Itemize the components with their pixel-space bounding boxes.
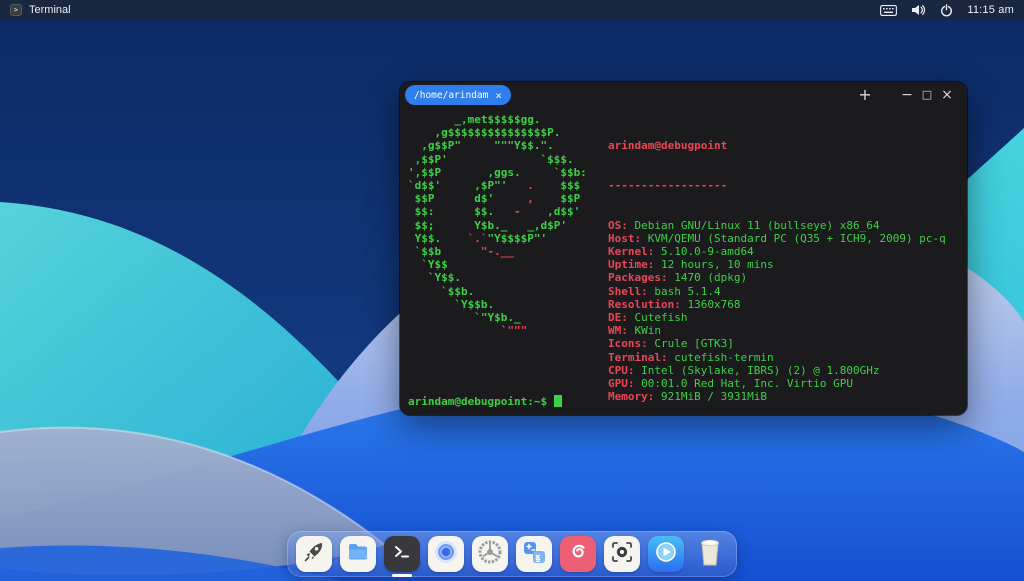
video-player-icon bbox=[652, 538, 680, 571]
terminal-icon bbox=[389, 539, 415, 570]
rocket-icon bbox=[301, 539, 327, 570]
folder-icon bbox=[345, 539, 371, 570]
dock-item-video-player[interactable] bbox=[648, 536, 684, 572]
info-row: Uptime: 12 hours, 10 mins bbox=[608, 258, 946, 271]
dock-item-settings[interactable] bbox=[472, 536, 508, 572]
info-row: Host: KVM/QEMU (Standard PC (Q35 + ICH9,… bbox=[608, 232, 946, 245]
volume-icon[interactable] bbox=[911, 4, 926, 16]
neofetch-info: arindam@debugpoint ------------------ OS… bbox=[608, 113, 946, 415]
keyboard-icon[interactable] bbox=[880, 5, 897, 16]
info-row: Packages: 1470 (dpkg) bbox=[608, 271, 946, 284]
neofetch-separator: ------------------ bbox=[608, 179, 727, 192]
info-row: Shell: bash 5.1.4 bbox=[608, 285, 946, 298]
browser-icon bbox=[432, 538, 460, 571]
dock-item-files[interactable] bbox=[340, 536, 376, 572]
info-row: Memory: 921MiB / 3931MiB bbox=[608, 390, 946, 403]
settings-icon bbox=[476, 538, 504, 571]
terminal-window: /home/arindam × + − □ × _,met$$$$$gg. ,g… bbox=[400, 82, 967, 415]
tab-close-icon[interactable]: × bbox=[495, 90, 502, 101]
close-button[interactable]: × bbox=[937, 85, 957, 105]
terminal-content[interactable]: _,met$$$$$gg. ,g$$$$$$$$$$$$$$$P. ,g$$P"… bbox=[400, 108, 967, 415]
dock-item-browser[interactable] bbox=[428, 536, 464, 572]
top-bar: > Terminal 11:15 am bbox=[0, 0, 1024, 20]
dock-item-screenshot[interactable] bbox=[604, 536, 640, 572]
ascii-art: _,met$$$$$gg. ,g$$$$$$$$$$$$$$$P. ,g$$P"… bbox=[408, 113, 587, 337]
shell-prompt: arindam@debugpoint:~$ bbox=[408, 395, 562, 408]
app-window-icon: > bbox=[10, 4, 22, 16]
info-row: Kernel: 5.10.0-9-amd64 bbox=[608, 245, 946, 258]
dock-item-trash[interactable] bbox=[692, 536, 728, 572]
terminal-tab[interactable]: /home/arindam × bbox=[405, 85, 511, 105]
active-app-title: Terminal bbox=[29, 4, 71, 16]
debian-swirl-icon bbox=[565, 539, 591, 570]
terminal-cursor bbox=[554, 395, 562, 407]
dock-item-calculator[interactable] bbox=[516, 536, 552, 572]
minimize-button[interactable]: − bbox=[897, 85, 917, 105]
info-row: CPU: Intel (Skylake, IBRS) (2) @ 1.800GH… bbox=[608, 364, 946, 377]
terminal-titlebar[interactable]: /home/arindam × + − □ × bbox=[400, 82, 967, 108]
terminal-tab-title: /home/arindam bbox=[414, 90, 488, 101]
info-row: Icons: Crule [GTK3] bbox=[608, 337, 946, 350]
active-app-indicator bbox=[392, 574, 412, 577]
dock-item-software[interactable] bbox=[560, 536, 596, 572]
neofetch-title: arindam@debugpoint bbox=[608, 139, 727, 152]
dock bbox=[287, 531, 737, 577]
info-row: GPU: 00:01.0 Red Hat, Inc. Virtio GPU bbox=[608, 377, 946, 390]
dock-item-terminal[interactable] bbox=[384, 536, 420, 572]
screenshot-icon bbox=[608, 538, 636, 571]
neofetch-info-lines: OS: Debian GNU/Linux 11 (bullseye) x86_6… bbox=[608, 219, 946, 404]
trash-icon bbox=[695, 536, 725, 573]
clock[interactable]: 11:15 am bbox=[967, 4, 1014, 16]
info-row: Resolution: 1360x768 bbox=[608, 298, 946, 311]
info-row: OS: Debian GNU/Linux 11 (bullseye) x86_6… bbox=[608, 219, 946, 232]
info-row: DE: Cutefish bbox=[608, 311, 946, 324]
info-row: Terminal: cutefish-termin bbox=[608, 351, 946, 364]
maximize-button[interactable]: □ bbox=[917, 85, 937, 105]
new-tab-button[interactable]: + bbox=[855, 85, 875, 105]
info-row: WM: KWin bbox=[608, 324, 946, 337]
dock-item-launcher[interactable] bbox=[296, 536, 332, 572]
power-icon[interactable] bbox=[940, 4, 953, 17]
calculator-icon bbox=[520, 538, 548, 571]
